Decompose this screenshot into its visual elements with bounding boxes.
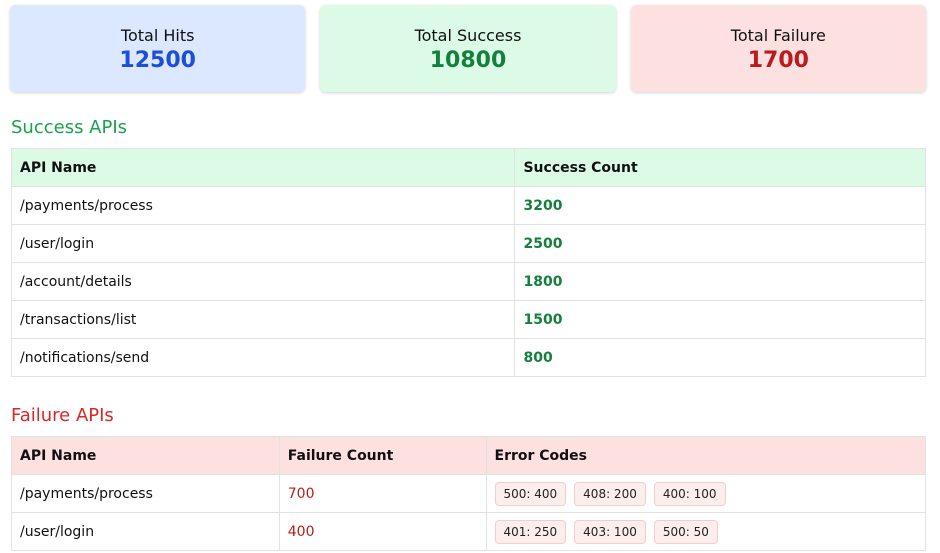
table-row: /transactions/list 1500 [10,300,926,339]
success-count-cell: 1800 [514,262,926,301]
success-count-cell: 1500 [514,300,926,339]
error-code-badge: 408: 200 [574,481,646,506]
total-hits-card: Total Hits 12500 [10,5,306,92]
api-name-cell: /user/login [10,224,516,263]
total-success-card: Total Success 10800 [320,5,616,92]
success-count-cell: 2500 [514,224,926,263]
total-failure-value: 1700 [747,48,809,73]
table-header-row: API Name Failure Count Error Codes [11,436,926,475]
column-header-failure-count: Failure Count [278,436,487,475]
api-name-cell: /account/details [10,262,516,301]
column-header-api-name: API Name [11,436,280,475]
total-hits-value: 12500 [119,48,196,73]
total-success-label: Total Success [414,26,522,45]
column-header-success-count: Success Count [514,148,926,187]
error-code-badge: 403: 100 [574,519,646,544]
table-row: /payments/process 3200 [10,186,926,225]
total-failure-card: Total Failure 1700 [630,5,926,92]
table-row: /payments/process 700 500: 400 408: 200 … [11,474,926,513]
error-codes-cell: 500: 400 408: 200 400: 100 [485,474,926,513]
summary-cards: Total Hits 12500 Total Success 10800 Tot… [10,5,926,92]
success-apis-table: API Name Success Count /payments/process… [10,148,926,377]
table-row: /notifications/send 800 [10,338,926,377]
error-code-badge: 500: 400 [494,481,567,506]
error-code-badge: 401: 250 [494,519,567,544]
total-hits-label: Total Hits [120,26,195,45]
success-apis-title: Success APIs [11,117,128,138]
success-count-cell: 3200 [514,186,926,225]
table-row: /account/details 1800 [10,262,926,301]
failure-apis-table: API Name Failure Count Error Codes /paym… [11,436,926,551]
failure-apis-title: Failure APIs [11,405,114,426]
table-row: /user/login 2500 [10,224,926,263]
error-codes-cell: 401: 250 403: 100 500: 50 [485,512,926,551]
api-name-cell: /payments/process [10,186,516,225]
table-row: /user/login 400 401: 250 403: 100 500: 5… [11,512,926,551]
error-code-badge: 400: 100 [653,481,726,506]
column-header-api-name: API Name [10,148,516,187]
error-code-badge: 500: 50 [653,519,718,544]
failure-count-cell: 700 [278,474,487,513]
success-count-cell: 800 [514,338,926,377]
failure-count-cell: 400 [278,512,487,551]
column-header-error-codes: Error Codes [485,436,926,475]
api-name-cell: /user/login [11,512,280,551]
api-name-cell: /payments/process [11,474,280,513]
api-name-cell: /notifications/send [10,338,516,377]
total-success-value: 10800 [429,48,507,73]
table-header-row: API Name Success Count [10,148,926,187]
api-name-cell: /transactions/list [10,300,516,339]
total-failure-label: Total Failure [730,26,826,45]
